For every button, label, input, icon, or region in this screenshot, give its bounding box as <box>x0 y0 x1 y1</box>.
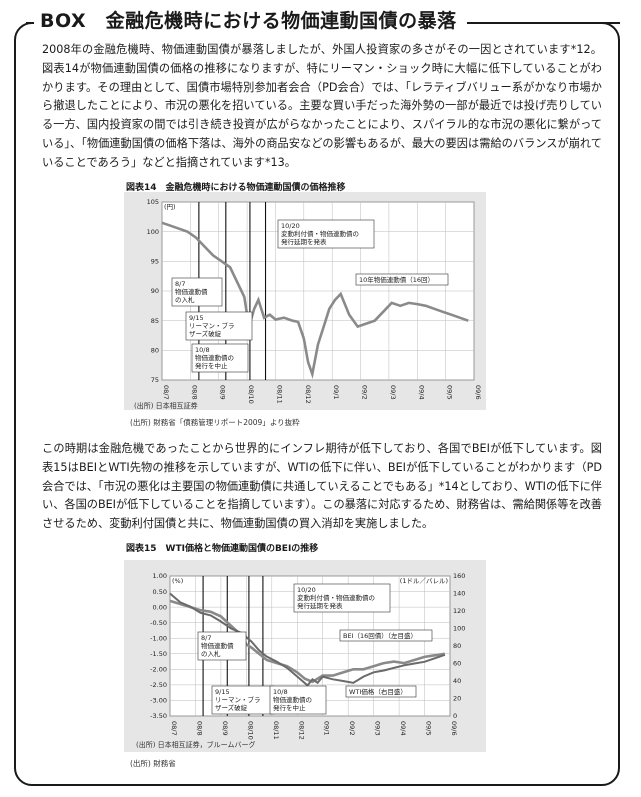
annotation-text: ザーズ破綻 <box>189 329 222 338</box>
x-tick-label: 08/10 <box>246 721 254 740</box>
x-tick-label: 08/7 <box>170 721 178 736</box>
x-tick-label: 08/9 <box>221 721 229 736</box>
annotation-text: 物価連動債 <box>201 641 234 650</box>
box-title: BOX 金融危機時における物価連動国債の暴落 <box>34 6 467 33</box>
y2-axis-unit: (1ドル／バレル) <box>400 577 448 585</box>
y2-tick-label: 140 <box>453 590 465 598</box>
x-tick-label: 09/6 <box>474 385 482 400</box>
figure-14-chart: 75 80 85 90 95 100 105 08/7 08/8 08/9 08/10 08/11 08… <box>124 192 486 410</box>
y2-tick-label: 20 <box>453 695 461 703</box>
annotation-text: の入札 <box>175 295 195 304</box>
y-tick-label: 0.50 <box>153 588 167 596</box>
y-axis-unit: (円) <box>164 203 176 211</box>
y-tick-label: 95 <box>151 258 159 266</box>
y-tick-label: 105 <box>147 198 159 206</box>
annotation-text: リーマン・ブラ <box>189 321 235 330</box>
annotation-text: 変動利付債・物価連動債の <box>281 229 359 238</box>
series-label: BEI（16回債）（左目盛） <box>343 631 417 640</box>
annotation-text: 物価連動債 <box>175 287 208 296</box>
box-header: BOX 金融危機時における物価連動国債の暴落 <box>26 6 620 36</box>
y-tick-label: 80 <box>151 347 159 355</box>
y-tick-label: 0.00 <box>153 603 167 611</box>
annotation-text: 発行延期を発表 <box>281 237 327 246</box>
annotation-text: 9/15 <box>215 688 230 696</box>
y-tick-label: 90 <box>151 287 159 295</box>
y2-tick-label: 40 <box>453 677 461 685</box>
paragraph-2: この時期は金融危機であったことから世界的にインフレ期待が低下しており、各国でBE… <box>42 442 602 531</box>
y2-tick-label: 100 <box>453 625 465 633</box>
y-tick-label: 75 <box>151 376 159 384</box>
y-tick-label: -3.00 <box>150 697 167 705</box>
series-label: WTI価格（右目盛） <box>349 687 407 696</box>
series-label: 10年物価連動債（16回） <box>359 275 434 284</box>
figure-14-source-2: (出所) 財務省「債務管理リポート2009」より抜粋 <box>130 418 300 427</box>
annotation-text: ザーズ破綻 <box>215 703 248 712</box>
x-tick-label: 09/1 <box>323 721 331 736</box>
y-tick-label: -2.50 <box>150 681 167 689</box>
x-tick-label: 09/5 <box>425 721 433 736</box>
x-tick-label: 08/9 <box>219 385 227 400</box>
x-tick-label: 09/3 <box>389 385 397 400</box>
annotation-text: の入札 <box>201 649 221 658</box>
x-tick-label: 09/6 <box>450 721 458 736</box>
annotation-text: 8/7 <box>175 280 185 288</box>
annotation-text: 8/7 <box>201 634 211 642</box>
x-tick-label: 08/8 <box>190 385 198 400</box>
x-tick-label: 08/7 <box>162 385 170 400</box>
annotation-text: 10/8 <box>273 688 288 696</box>
x-tick-label: 09/2 <box>348 721 356 736</box>
annotation-text: 発行延期を発表 <box>297 601 343 610</box>
annotation-text: 10/8 <box>195 346 210 354</box>
y2-tick-label: 80 <box>453 642 461 650</box>
y-axis-unit: (%) <box>172 577 183 585</box>
y-tick-label: -3.50 <box>150 712 167 720</box>
x-tick-label: 08/10 <box>247 385 255 404</box>
y-tick-label: 100 <box>147 228 159 236</box>
annotation-text: 10/20 <box>281 222 300 230</box>
y2-tick-label: 120 <box>453 607 465 615</box>
x-tick-label: 09/5 <box>446 385 454 400</box>
x-tick-label: 08/12 <box>304 385 312 404</box>
figure-14-source-1: (出所) 日本相互証券 <box>134 402 198 410</box>
annotation-text: 発行を中止 <box>273 703 306 712</box>
y-tick-label: -2.00 <box>150 666 167 674</box>
y-tick-label: -1.50 <box>150 650 167 658</box>
paragraph-1: 2008年の金融危機時、物価連動国債が暴落しましたが、外国人投資家の多さがその一… <box>42 43 602 169</box>
x-tick-label: 08/11 <box>272 721 280 740</box>
figure-15-chart: -3.50 -3.00 -2.50 -2.00 -1.50 -1.00 -0.50 0.00 0… <box>124 560 486 752</box>
annotation-text: 9/15 <box>189 314 204 322</box>
y-tick-label: -1.00 <box>150 634 167 642</box>
annotation-text: 物価連動債の <box>273 695 312 704</box>
annotation-text: 発行を中止 <box>195 361 228 370</box>
x-tick-label: 08/12 <box>297 721 305 740</box>
figure-15-source-1: (出所) 日本相互証券，ブルームバーグ <box>136 741 256 749</box>
x-tick-label: 09/4 <box>417 385 425 400</box>
y2-tick-label: 60 <box>453 660 461 668</box>
x-tick-label: 09/4 <box>399 721 407 736</box>
y-tick-label: 85 <box>151 317 159 325</box>
annotation-text: リーマン・ブラ <box>215 695 261 704</box>
y-tick-label: 1.00 <box>153 572 167 580</box>
x-tick-label: 08/11 <box>275 385 283 404</box>
x-tick-label: 09/2 <box>361 385 369 400</box>
figure-15-source-2: (出所) 財務省 <box>130 759 176 768</box>
x-tick-label: 09/3 <box>374 721 382 736</box>
x-tick-label: 09/1 <box>332 385 340 400</box>
annotation-text: 変動利付債・物価連動債の <box>297 593 375 602</box>
y-tick-label: -0.50 <box>150 619 167 627</box>
y2-tick-label: 160 <box>453 572 465 580</box>
annotation-text: 物価連動債の <box>195 353 234 362</box>
y2-tick-label: 0 <box>453 712 457 720</box>
x-tick-label: 08/8 <box>195 721 203 736</box>
annotation-text: 10/20 <box>297 586 316 594</box>
figure-15-title: 図表15 WTI価格と物価連動国債のBEIの推移 <box>126 544 319 554</box>
